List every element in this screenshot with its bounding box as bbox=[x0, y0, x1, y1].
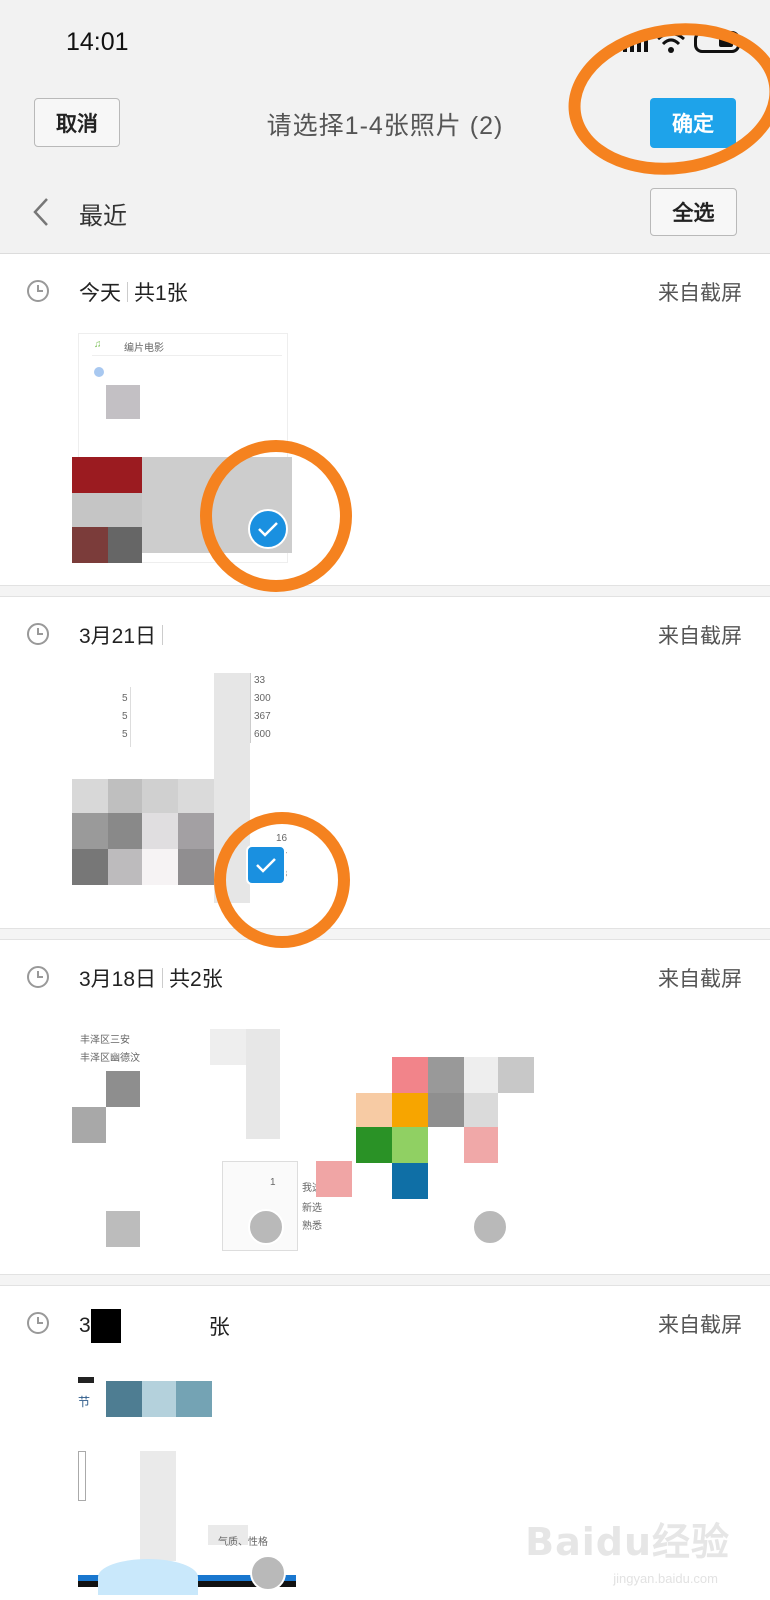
photo-thumbnail[interactable]: 丰泽区三安 丰泽区幽德汶 1 bbox=[72, 1029, 300, 1255]
group-date: 3月21日 bbox=[79, 625, 157, 648]
thumb-text: 367 bbox=[254, 711, 271, 722]
group-header: 3月21日 bbox=[79, 620, 169, 650]
group-count: 张 bbox=[208, 1316, 230, 1339]
separator bbox=[127, 282, 128, 302]
thumb-text: 节 bbox=[78, 1395, 91, 1409]
status-time: 14:01 bbox=[66, 28, 129, 56]
album-name: 最近 bbox=[79, 203, 127, 230]
thumb-text: 5 bbox=[122, 729, 128, 740]
group-source: 来自截屏 bbox=[658, 625, 742, 648]
select-all-button[interactable]: 全选 bbox=[650, 188, 737, 236]
thumb-text: 编片电影 bbox=[124, 343, 164, 354]
separator bbox=[162, 625, 164, 645]
clock-icon bbox=[27, 280, 49, 302]
group-date: 今天 bbox=[79, 282, 121, 305]
clock-icon bbox=[27, 623, 49, 645]
thumb-text: 600 bbox=[254, 729, 271, 740]
clock-icon bbox=[27, 966, 49, 988]
unselected-circle-icon[interactable] bbox=[248, 1209, 284, 1245]
group-header: 3 张 bbox=[79, 1309, 230, 1343]
clock-icon bbox=[27, 1312, 49, 1334]
group-divider bbox=[0, 928, 770, 940]
back-chevron-icon[interactable] bbox=[30, 196, 52, 228]
annotation-circle bbox=[200, 440, 352, 592]
unselected-circle-icon[interactable] bbox=[250, 1555, 286, 1591]
group-divider bbox=[0, 585, 770, 597]
photo-group-4: 3 张 来自截屏 节 气质、性格 Baidu经验 jingyan.baidu.c… bbox=[0, 1287, 770, 1600]
group-date: 3月18日 bbox=[79, 968, 157, 991]
group-header: 3月18日 共2张 bbox=[79, 963, 223, 993]
photo-group-today: 今天 共1张 来自截屏 ♫ 编片电影 bbox=[0, 255, 770, 585]
photo-thumbnail[interactable]: 节 气质、性格 bbox=[78, 1377, 296, 1600]
thumb-text: 丰泽区幽德汶 bbox=[80, 1053, 140, 1064]
thumb-text: 新选 bbox=[302, 1203, 322, 1214]
group-divider bbox=[0, 1274, 770, 1286]
thumb-text: 1 bbox=[270, 1177, 276, 1188]
group-source: 来自截屏 bbox=[658, 282, 742, 305]
group-header: 今天 共1张 bbox=[79, 277, 188, 307]
redacted-block bbox=[90, 1309, 121, 1343]
thumb-text: 气质、性格 bbox=[218, 1537, 268, 1548]
photo-group-mar18: 3月18日 共2张 来自截屏 丰泽区三安 丰泽区幽德汶 1 我选 新选 熟悉 bbox=[0, 941, 770, 1271]
annotation-circle bbox=[214, 812, 350, 948]
thumb-text: 熟悉 bbox=[302, 1221, 322, 1232]
thumb-text: 300 bbox=[254, 693, 271, 704]
watermark-url: jingyan.baidu.com bbox=[613, 1571, 718, 1586]
group-source: 来自截屏 bbox=[658, 1314, 742, 1337]
photo-group-mar21: 3月21日 来自截屏 5 5 5 33 300 367 600 15 16 17… bbox=[0, 598, 770, 928]
unselected-circle-icon[interactable] bbox=[472, 1209, 508, 1245]
thumb-text: 5 bbox=[122, 711, 128, 722]
group-count: 共1张 bbox=[134, 282, 188, 305]
thumb-text: 丰泽区三安 bbox=[80, 1035, 130, 1046]
watermark-logo: Baidu经验 bbox=[525, 1520, 730, 1564]
thumb-text: 33 bbox=[254, 675, 266, 686]
thumb-text: 5 bbox=[122, 693, 128, 704]
group-source: 来自截屏 bbox=[658, 968, 742, 991]
group-count: 共2张 bbox=[169, 968, 223, 991]
separator bbox=[162, 968, 164, 988]
photo-thumbnail[interactable]: 我选 新选 熟悉 bbox=[300, 1029, 536, 1255]
group-date: 3 bbox=[79, 1314, 91, 1337]
